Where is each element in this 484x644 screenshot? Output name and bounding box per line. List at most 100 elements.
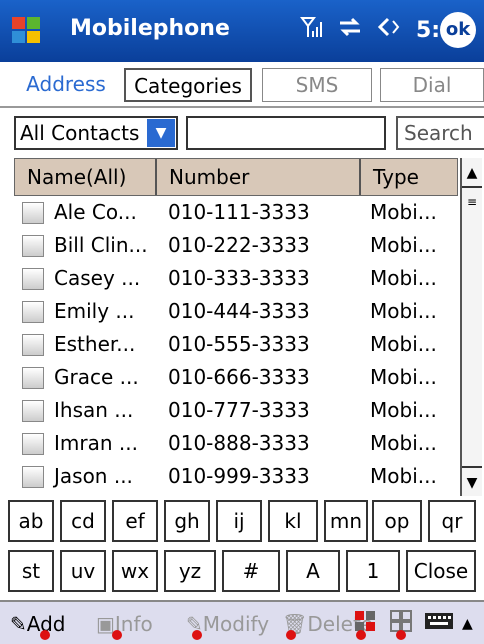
list-item[interactable]: Ihsan ... 010-777-3333 Mobi... xyxy=(14,394,458,427)
list-item[interactable]: Esther... 010-555-3333 Mobi... xyxy=(14,328,458,361)
contact-number: 010-555-3333 xyxy=(168,332,310,356)
contact-type: Mobi... xyxy=(370,332,437,356)
pencil-icon: ✎ xyxy=(10,612,27,636)
row-checkbox[interactable] xyxy=(22,301,44,323)
chevron-down-icon[interactable]: ▼ xyxy=(147,119,175,147)
row-checkbox[interactable] xyxy=(22,367,44,389)
contact-number: 010-999-3333 xyxy=(168,464,310,488)
info-button[interactable]: ▣Info xyxy=(96,610,153,640)
contact-number: 010-777-3333 xyxy=(168,398,310,422)
key-ij[interactable]: ij xyxy=(216,500,262,542)
input-panel-chevron-up-icon[interactable]: ▲ xyxy=(462,610,473,638)
row-checkbox[interactable] xyxy=(22,466,44,488)
contact-number: 010-444-3333 xyxy=(168,299,310,323)
list-item[interactable]: Casey ... 010-333-3333 Mobi... xyxy=(14,262,458,295)
signal-icon[interactable] xyxy=(300,16,324,44)
key-st[interactable]: st xyxy=(8,550,54,592)
row-checkbox[interactable] xyxy=(22,334,44,356)
list-item[interactable]: Jason ... 010-999-3333 Mobi... xyxy=(14,460,458,493)
marker-dot xyxy=(112,630,122,640)
list-item[interactable]: Grace ... 010-666-3333 Mobi... xyxy=(14,361,458,394)
add-button[interactable]: ✎Add xyxy=(10,610,66,640)
scroll-up-icon[interactable]: ▲ xyxy=(462,158,482,188)
key-ef[interactable]: ef xyxy=(112,500,158,542)
keypad-row-2: st uv wx yz # A 1 Close xyxy=(8,550,478,596)
tab-dial[interactable]: Dial xyxy=(380,68,484,102)
key-one[interactable]: 1 xyxy=(346,550,400,592)
row-checkbox[interactable] xyxy=(22,268,44,290)
key-gh[interactable]: gh xyxy=(164,500,210,542)
contacts-filter-dropdown[interactable]: All Contacts ▼ xyxy=(14,116,178,150)
key-qr[interactable]: qr xyxy=(428,500,476,542)
contact-type: Mobi... xyxy=(370,464,437,488)
list-item[interactable]: Imran ... 010-888-3333 Mobi... xyxy=(14,427,458,460)
column-header-name[interactable]: Name(All) xyxy=(15,159,157,195)
contact-type: Mobi... xyxy=(370,299,437,323)
contact-type: Mobi... xyxy=(370,233,437,257)
row-checkbox[interactable] xyxy=(22,433,44,455)
search-input[interactable] xyxy=(186,116,386,150)
list-item[interactable]: Emily ... 010-444-3333 Mobi... xyxy=(14,295,458,328)
row-checkbox[interactable] xyxy=(22,235,44,257)
key-ab[interactable]: ab xyxy=(8,500,54,542)
list-scrollbar[interactable]: ▲ ≡ ▼ xyxy=(460,158,482,496)
key-capital-a[interactable]: A xyxy=(286,550,340,592)
keyboard-icon[interactable] xyxy=(424,610,454,638)
contact-name: Ihsan ... xyxy=(54,398,134,422)
key-hash[interactable]: # xyxy=(222,550,280,592)
alpha-index-keypad: ab cd ef gh ij kl mn op qr st uv wx yz #… xyxy=(8,500,478,600)
contact-name: Esther... xyxy=(54,332,136,356)
tab-address[interactable]: Address xyxy=(14,68,118,102)
filter-row: All Contacts ▼ Search xyxy=(0,112,484,154)
contact-list: Ale Co... 010-111-3333 Mobi... Bill Clin..… xyxy=(14,196,458,496)
search-button[interactable]: Search xyxy=(396,116,484,150)
connectivity-icon[interactable] xyxy=(338,16,362,44)
app-title: Mobilephone xyxy=(70,16,230,41)
column-header-number[interactable]: Number xyxy=(157,159,361,195)
close-button[interactable]: Close xyxy=(406,550,476,592)
contact-number: 010-111-3333 xyxy=(168,200,310,224)
volume-icon[interactable] xyxy=(376,16,402,44)
list-item[interactable]: Bill Clin... 010-222-3333 Mobi... xyxy=(14,229,458,262)
tab-bar: Address Categories SMS Dial xyxy=(0,62,484,108)
list-header: Name(All) Number Type xyxy=(14,158,458,196)
select-all-icon[interactable] xyxy=(354,610,376,640)
contact-type: Mobi... xyxy=(370,398,437,422)
contact-name: Grace ... xyxy=(54,365,139,389)
key-yz[interactable]: yz xyxy=(164,550,216,592)
keypad-row-1: ab cd ef gh ij kl mn op qr xyxy=(8,500,478,546)
contact-number: 010-222-3333 xyxy=(168,233,310,257)
contact-name: Emily ... xyxy=(54,299,135,323)
key-uv[interactable]: uv xyxy=(60,550,106,592)
bottom-toolbar: ✎Add ▣Info ✎Modify 🗑Delete ▲ xyxy=(0,600,484,644)
marker-dot xyxy=(356,630,366,640)
marker-dot xyxy=(286,630,296,640)
column-header-type[interactable]: Type xyxy=(361,159,459,195)
contact-type: Mobi... xyxy=(370,431,437,455)
tab-sms[interactable]: SMS xyxy=(262,68,372,102)
tab-categories[interactable]: Categories xyxy=(124,68,252,102)
windows-start-icon[interactable] xyxy=(10,14,44,48)
key-cd[interactable]: cd xyxy=(60,500,106,542)
deselect-all-icon[interactable] xyxy=(390,610,412,640)
ok-button[interactable]: ok xyxy=(440,12,476,48)
list-item[interactable]: Ale Co... 010-111-3333 Mobi... xyxy=(14,196,458,229)
key-wx[interactable]: wx xyxy=(112,550,158,592)
contact-type: Mobi... xyxy=(370,200,437,224)
contact-type: Mobi... xyxy=(370,365,437,389)
contact-number: 010-333-3333 xyxy=(168,266,310,290)
contact-name: Ale Co... xyxy=(54,200,137,224)
contact-name: Imran ... xyxy=(54,431,138,455)
contact-number: 010-888-3333 xyxy=(168,431,310,455)
row-checkbox[interactable] xyxy=(22,400,44,422)
row-checkbox[interactable] xyxy=(22,202,44,224)
key-op[interactable]: op xyxy=(372,500,422,542)
modify-button[interactable]: ✎Modify xyxy=(186,610,269,640)
key-mn[interactable]: mn xyxy=(324,500,368,542)
title-bar: Mobilephone 5:30 ok xyxy=(0,0,484,62)
marker-dot xyxy=(396,630,406,640)
contact-name: Bill Clin... xyxy=(54,233,148,257)
scroll-down-icon[interactable]: ▼ xyxy=(462,466,482,496)
key-kl[interactable]: kl xyxy=(268,500,318,542)
scroll-thumb[interactable]: ≡ xyxy=(464,192,480,212)
